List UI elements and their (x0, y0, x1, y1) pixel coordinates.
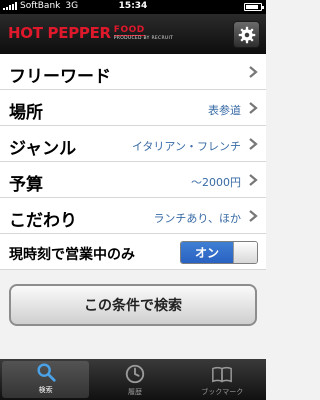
settings-button[interactable] (233, 21, 260, 48)
status-time: 15:34 (118, 1, 148, 11)
battery-icon (244, 3, 264, 11)
hot-pepper-logo: HOT PEPPER FOOD PRODUCED BY RECRUIT (8, 25, 173, 41)
row-label: 場所 (9, 103, 43, 123)
row-label: こだわり (9, 211, 77, 231)
tab-label: 検索 (38, 386, 53, 394)
row-value: 〜2000円 (191, 176, 241, 189)
row-value: ランチあり、ほか (153, 212, 241, 225)
open-now-toggle[interactable]: オン (180, 241, 258, 264)
row-value: 表参道 (208, 104, 241, 117)
chevron-right-icon (249, 102, 258, 114)
chevron-right-icon (249, 210, 258, 222)
row-label: ジャンル (9, 139, 77, 159)
row-free-word[interactable]: フリーワード (0, 54, 266, 90)
chevron-right-icon (249, 174, 258, 186)
gear-icon (238, 26, 255, 43)
logo-by-text: PRODUCED BY RECRUIT (113, 35, 174, 41)
toggle-knob (233, 242, 257, 263)
row-location[interactable]: 場所 表参道 (0, 90, 266, 126)
chevron-right-icon (249, 66, 258, 78)
tab-search[interactable]: 検索 (2, 361, 90, 398)
row-label: 予算 (9, 175, 43, 195)
logo-main-text: HOT PEPPER (8, 24, 111, 42)
tab-label: 履歴 (127, 388, 142, 396)
clock-icon (125, 364, 145, 384)
row-value: イタリアン・フレンチ (131, 140, 241, 153)
row-budget[interactable]: 予算 〜2000円 (0, 162, 266, 198)
toggle-on-label: オン (181, 242, 233, 263)
tab-label: ブックマーク (201, 388, 244, 396)
app-header: HOT PEPPER FOOD PRODUCED BY RECRUIT (0, 14, 266, 54)
logo-food-text: FOOD (113, 24, 145, 36)
tab-bar: 検索 履歴 ブックマーク (0, 359, 266, 400)
bookmark-book-icon (212, 366, 233, 383)
open-now-label: 現時刻で営業中のみ (9, 247, 135, 263)
logo-side: FOOD PRODUCED BY RECRUIT (113, 24, 174, 42)
status-bar: SoftBank 3G 15:34 (0, 0, 266, 14)
search-criteria-list: フリーワード 場所 表参道 ジャンル イタリアン・フレンチ 予算 〜2000円 … (0, 54, 266, 270)
tab-bookmark[interactable]: ブックマーク (179, 359, 266, 400)
row-preferences[interactable]: こだわり ランチあり、ほか (0, 198, 266, 234)
chevron-right-icon (249, 138, 258, 150)
tab-history[interactable]: 履歴 (91, 359, 178, 400)
row-genre[interactable]: ジャンル イタリアン・フレンチ (0, 126, 266, 162)
search-icon (37, 363, 56, 382)
row-label: フリーワード (9, 67, 111, 87)
row-open-now: 現時刻で営業中のみ オン (0, 234, 266, 270)
search-with-conditions-button[interactable]: この条件で検索 (9, 284, 257, 326)
